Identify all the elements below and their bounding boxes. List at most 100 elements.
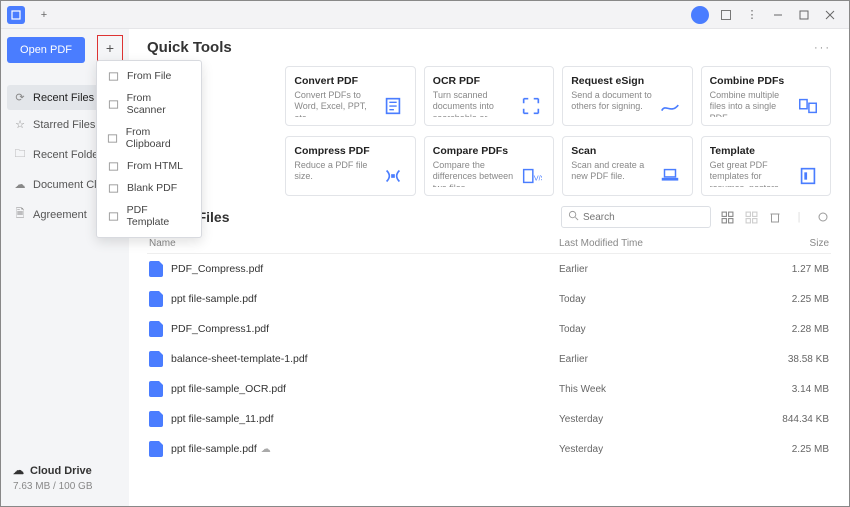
- dropdown-item[interactable]: PDF Template: [97, 199, 201, 233]
- table-header: Name Last Modified Time Size: [147, 234, 831, 254]
- card-subtitle: Reduce a PDF file size.: [294, 160, 378, 183]
- card-title: Convert PDF: [294, 75, 378, 87]
- card-title: Request eSign: [571, 75, 655, 87]
- file-size: 2.25 MB: [759, 444, 829, 455]
- table-row[interactable]: PDF_Compress1.pdfToday2.28 MB: [147, 314, 831, 344]
- file-modified: Today: [559, 324, 759, 335]
- close-button[interactable]: [817, 2, 843, 28]
- card-subtitle: Scan and create a new PDF file.: [571, 160, 655, 183]
- dropdown-item[interactable]: From Scanner: [97, 87, 201, 121]
- quick-tool-card[interactable]: TemplateGet great PDF templates for resu…: [701, 136, 831, 196]
- dropdown-item-label: From Clipboard: [126, 126, 191, 150]
- sidebar-item-label: Recent Files: [33, 92, 94, 104]
- dropdown-item[interactable]: From Clipboard: [97, 121, 201, 155]
- quick-tool-card[interactable]: Scan Scan and create a new PDF file.: [562, 136, 692, 196]
- file-modified: Earlier: [559, 264, 759, 275]
- quick-tool-card[interactable]: Combine PDFsCombine multiple files into …: [701, 66, 831, 126]
- dropdown-item-label: From File: [127, 70, 171, 82]
- card-subtitle: Send a document to others for signing.: [571, 90, 655, 113]
- cloud-usage-text: 7.63 MB / 100 GB: [13, 481, 117, 492]
- maximize-button[interactable]: [791, 2, 817, 28]
- col-name-header[interactable]: Name: [149, 238, 559, 249]
- quick-tool-card[interactable]: OCR PDFTurn scanned documents into searc…: [424, 66, 554, 126]
- table-row[interactable]: ppt file-sample.pdf☁Yesterday2.25 MB: [147, 434, 831, 464]
- sidebar-item-label: Agreement: [33, 209, 87, 221]
- file-size: 2.25 MB: [759, 294, 829, 305]
- refresh-icon[interactable]: [815, 209, 831, 225]
- card-title: Combine PDFs: [710, 75, 794, 87]
- quick-tool-card[interactable]: Convert PDF Convert PDFs to Word, Excel, …: [285, 66, 415, 126]
- quick-tool-card[interactable]: Compress PDFReduce a PDF file size.: [285, 136, 415, 196]
- file-modified: Earlier: [559, 354, 759, 365]
- quick-tools-more-icon[interactable]: ···: [814, 42, 831, 54]
- cloud-badge-icon: ☁: [261, 444, 271, 455]
- card-icon: [379, 145, 407, 187]
- file-icon: [149, 291, 163, 307]
- search-input[interactable]: [583, 212, 715, 223]
- sidebar-item-icon: ☆: [13, 118, 27, 131]
- dropdown-item-label: From HTML: [127, 160, 183, 172]
- dropdown-item[interactable]: From HTML: [97, 155, 201, 177]
- dropdown-item-label: Blank PDF: [127, 182, 177, 194]
- file-name: ppt file-sample.pdf☁: [171, 443, 559, 455]
- file-modified: This Week: [559, 384, 759, 395]
- dropdown-item-label: From Scanner: [127, 92, 191, 116]
- card-icon: [794, 145, 822, 187]
- minimize-button[interactable]: [765, 2, 791, 28]
- titlebar: + ⋮: [1, 1, 849, 29]
- create-pdf-button[interactable]: +: [97, 35, 123, 61]
- file-name: PDF_Compress.pdf: [171, 263, 559, 275]
- new-tab-button[interactable]: +: [33, 4, 55, 26]
- file-name: ppt file-sample_OCR.pdf: [171, 383, 559, 395]
- file-size: 1.27 MB: [759, 264, 829, 275]
- cloud-drive-heading[interactable]: ☁ Cloud Drive: [13, 464, 117, 477]
- dropdown-item-icon: [107, 71, 120, 82]
- quick-tool-card[interactable]: Request eSign Send a document to others f…: [562, 66, 692, 126]
- dropdown-item-icon: [107, 99, 120, 110]
- file-icon: [149, 321, 163, 337]
- window-detach-icon[interactable]: [713, 2, 739, 28]
- view-list-icon[interactable]: [743, 209, 759, 225]
- table-row[interactable]: PDF_Compress.pdfEarlier1.27 MB: [147, 254, 831, 284]
- card-title: Scan: [571, 145, 655, 157]
- dropdown-item[interactable]: Blank PDF: [97, 177, 201, 199]
- view-grid-icon[interactable]: [719, 209, 735, 225]
- card-icon: [656, 75, 684, 117]
- file-icon: [149, 351, 163, 367]
- table-row[interactable]: ppt file-sample_OCR.pdfThis Week3.14 MB: [147, 374, 831, 404]
- file-size: 38.58 KB: [759, 354, 829, 365]
- col-modified-header[interactable]: Last Modified Time: [559, 238, 759, 249]
- card-subtitle: Convert PDFs to Word, Excel, PPT, etc.: [294, 90, 378, 117]
- card-icon: [794, 75, 822, 117]
- file-icon: [149, 411, 163, 427]
- dropdown-item-icon: [107, 161, 120, 172]
- cloud-drive-label: Cloud Drive: [30, 465, 92, 477]
- dropdown-item[interactable]: From File: [97, 65, 201, 87]
- file-size: 844.34 KB: [759, 414, 829, 425]
- sidebar-item-icon: ⟳: [13, 91, 27, 104]
- table-row[interactable]: balance-sheet-template-1.pdfEarlier38.58…: [147, 344, 831, 374]
- open-pdf-button[interactable]: Open PDF: [7, 37, 85, 63]
- card-title: OCR PDF: [433, 75, 517, 87]
- sidebar-item-icon: 🗀: [13, 145, 27, 164]
- cloud-icon: ☁: [13, 464, 24, 477]
- sidebar-item-icon: 🗎: [13, 205, 27, 224]
- search-box[interactable]: [561, 206, 711, 228]
- svg-text:V/S: V/S: [534, 174, 542, 183]
- delete-icon[interactable]: [767, 209, 783, 225]
- user-avatar[interactable]: [687, 2, 713, 28]
- table-row[interactable]: ppt file-sample_11.pdfYesterday844.34 KB: [147, 404, 831, 434]
- kebab-menu-icon[interactable]: ⋮: [739, 2, 765, 28]
- col-size-header[interactable]: Size: [759, 238, 829, 249]
- card-title: Template: [710, 145, 794, 157]
- file-size: 3.14 MB: [759, 384, 829, 395]
- file-size: 2.28 MB: [759, 324, 829, 335]
- card-title: Compare PDFs: [433, 145, 517, 157]
- file-modified: Yesterday: [559, 414, 759, 425]
- sidebar-item-icon: ☁: [13, 178, 27, 191]
- card-icon: [656, 145, 684, 187]
- quick-tool-card[interactable]: Compare PDFsCompare the differences betw…: [424, 136, 554, 196]
- sidebar-item-label: Starred Files: [33, 119, 95, 131]
- table-row[interactable]: ppt file-sample.pdfToday2.25 MB: [147, 284, 831, 314]
- file-name: ppt file-sample.pdf: [171, 293, 559, 305]
